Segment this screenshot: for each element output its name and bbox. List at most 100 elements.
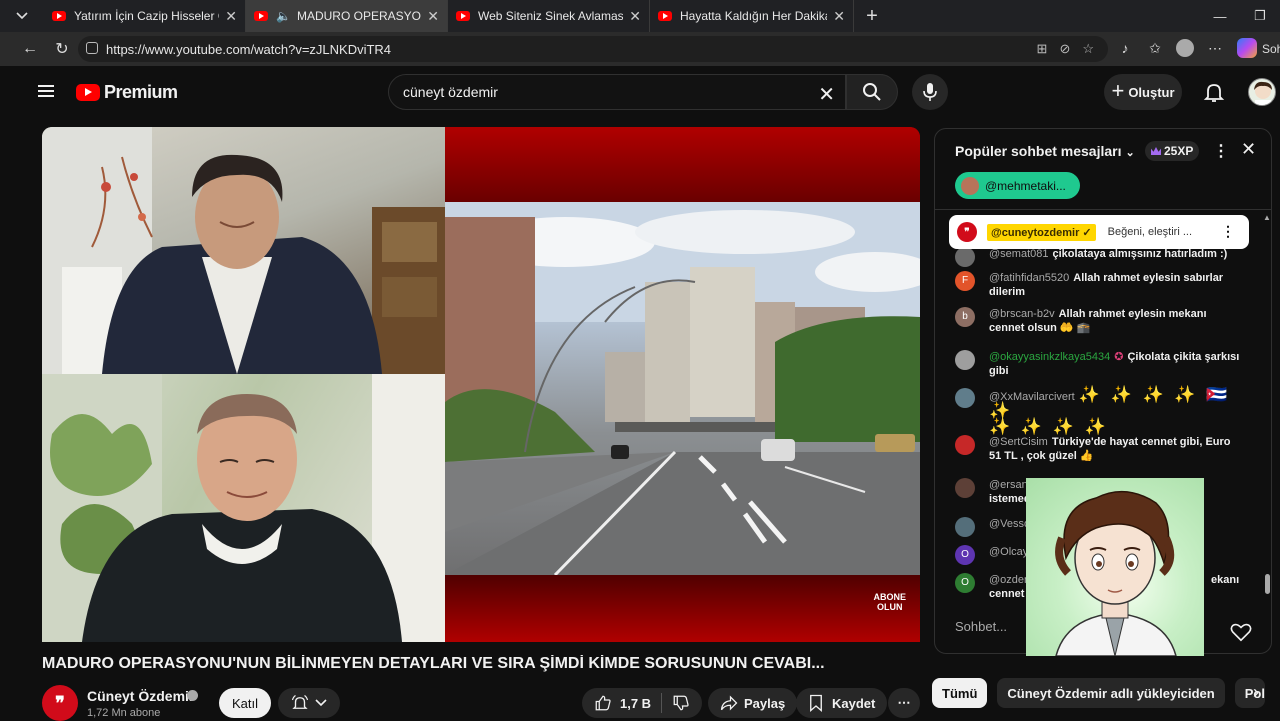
copilot-label[interactable]: Soh [1262, 42, 1280, 56]
join-button[interactable]: Katıl [219, 688, 271, 718]
close-tab-icon[interactable]: ✕ [629, 8, 641, 25]
browser-tab[interactable]: Hayatta Kaldığın Her Dakika 1.000 ✕ [650, 0, 854, 32]
minimize-button[interactable]: — [1200, 0, 1240, 32]
tracking-icon[interactable]: ⊘ [1059, 41, 1070, 57]
tab-list-button[interactable] [0, 0, 44, 32]
notifications-bell-icon[interactable] [1202, 80, 1226, 104]
bell-ring-icon [291, 695, 309, 709]
site-info-icon[interactable] [86, 42, 98, 54]
pinned-options-icon[interactable]: ⋮ [1221, 223, 1235, 240]
search-button[interactable] [846, 74, 898, 110]
youtube-favicon-icon [456, 11, 470, 21]
channel-logo-icon: ❞ [957, 222, 977, 242]
share-button[interactable]: Paylaş [708, 688, 798, 718]
channel-avatar[interactable]: ❞ [42, 685, 78, 721]
browser-tab[interactable]: Web Siteniz Sinek Avlamasını insta ✕ [448, 0, 650, 32]
save-button[interactable]: Kaydet [796, 688, 888, 718]
video-title: MADURO OPERASYONU'NUN BİLİNMEYEN DETAYLA… [42, 655, 825, 672]
profile-icon[interactable] [1174, 37, 1196, 59]
pinned-message[interactable]: ❞ @cuneytozdemir ✓ Beğeni, eleştiri ... … [949, 215, 1249, 249]
youtube-favicon-icon [254, 11, 268, 21]
like-thumb-icon[interactable] [594, 694, 612, 712]
avatar: F [955, 271, 975, 291]
voice-search-button[interactable] [912, 74, 948, 110]
chat-mode-dropdown[interactable]: Popüler sohbet mesajları ⌄ [955, 143, 1135, 159]
crown-icon [1151, 147, 1161, 155]
chat-message: @semat081 çikolataya almışsınız hatırladı… [955, 247, 1245, 267]
create-button[interactable]: + Oluştur [1104, 74, 1182, 110]
menu-icon[interactable] [38, 85, 54, 97]
speaker-icon[interactable]: 🔈 [276, 9, 291, 23]
url-field[interactable]: https://www.youtube.com/watch?v=zJLNKDvi… [78, 36, 1108, 62]
apps-icon[interactable]: ⊞ [1037, 41, 1048, 57]
copilot-icon[interactable] [1237, 38, 1257, 58]
scroll-up-icon[interactable]: ▲ [1263, 213, 1271, 222]
address-bar-row: ← ↻ https://www.youtube.com/watch?v=zJLN… [0, 32, 1280, 66]
avatar [955, 435, 975, 455]
avatar [955, 478, 975, 498]
avatar [955, 247, 975, 267]
back-arrow-icon[interactable]: ← [16, 35, 44, 63]
browser-tab-active[interactable]: 🔈 MADURO OPERASYONU'NUN ✕ [246, 0, 448, 32]
youtube-premium-logo[interactable]: Premium [76, 82, 178, 103]
channel-name[interactable]: Cüneyt Özdemir [87, 688, 194, 704]
share-arrow-icon [720, 695, 738, 711]
more-actions-button[interactable]: ⋯ [888, 688, 920, 718]
clear-search-icon[interactable]: ✕ [818, 82, 835, 107]
new-tab-button[interactable]: + [854, 5, 890, 28]
chat-message: F @fatihfidan5520 Allah rahmet eylesin sa… [955, 271, 1245, 299]
close-tab-icon[interactable]: ✕ [427, 8, 439, 25]
account-avatar[interactable] [1248, 78, 1276, 106]
subscriber-count: 1,72 Mn abone [87, 707, 161, 719]
street-footage: ABONE OLUN [445, 127, 920, 642]
more-icon: ⋯ [897, 695, 911, 710]
chat-message: @XxMavilarcivert ✨ ✨ ✨ ✨ 🇨🇺 ✨ ✨ ✨ ✨ ✨ [955, 386, 1245, 435]
street-frame [445, 202, 920, 577]
dislike-thumb-icon[interactable] [672, 694, 690, 712]
chip-all[interactable]: Tümü [932, 678, 988, 708]
host-camera-feed [42, 127, 445, 374]
chat-scrollbar[interactable] [1265, 574, 1270, 594]
chat-message: b @brscan-b2v Allah rahmet eylesin mekanı… [955, 307, 1245, 335]
verified-badge-icon [187, 690, 198, 701]
like-dislike-group: 1,7 B [582, 688, 703, 718]
chat-header: Popüler sohbet mesajları ⌄ 25XP ⋮ ✕ [935, 129, 1271, 173]
close-tab-icon[interactable]: ✕ [225, 8, 237, 25]
browser-tab[interactable]: Yatırım İçin Cazip Hisseler Ocak 20 ✕ [44, 0, 246, 32]
youtube-header: Premium cüneyt özdemir ✕ + Oluştur [14, 66, 1280, 120]
heart-icon[interactable] [1230, 621, 1252, 643]
favorites-icon[interactable]: ✩ [1144, 37, 1166, 59]
reload-icon[interactable]: ↻ [48, 35, 76, 63]
subscription-bell-button[interactable] [278, 688, 340, 718]
avatar: b [955, 307, 975, 327]
xp-badge[interactable]: 25XP [1145, 141, 1200, 161]
search-input[interactable]: cüneyt özdemir ✕ [388, 74, 846, 110]
chevron-right-icon[interactable]: › [1244, 680, 1268, 704]
chat-message: @SertCisim Türkiye'de hayat cennet gibi, … [955, 435, 1245, 463]
avatar [955, 350, 975, 370]
subscribe-overlay: ABONE OLUN [873, 592, 906, 612]
bookmark-icon [810, 694, 822, 712]
avatar [955, 517, 975, 537]
chevron-down-icon [16, 12, 28, 20]
favorite-star-icon[interactable]: ☆ [1082, 41, 1094, 57]
like-count: 1,7 B [620, 695, 652, 711]
close-tab-icon[interactable]: ✕ [833, 8, 845, 25]
youtube-favicon-icon [658, 11, 672, 21]
close-chat-icon[interactable]: ✕ [1241, 139, 1256, 160]
url-action-icons: ⊞ ⊘ ☆ [1037, 41, 1094, 57]
chevron-down-icon [315, 699, 327, 707]
browser-menu-icon[interactable]: ⋯ [1204, 37, 1226, 59]
youtube-logo-icon [76, 84, 100, 101]
chip-uploader[interactable]: Cüneyt Özdemir adlı yükleyiciden [997, 678, 1225, 708]
maximize-button[interactable]: ❐ [1240, 0, 1280, 32]
search-icon [863, 83, 881, 101]
avatar [955, 388, 975, 408]
chat-options-icon[interactable]: ⋮ [1213, 141, 1229, 161]
highlighted-user-chip[interactable]: @mehmetaki... [955, 172, 1080, 199]
browser-tab-strip: Yatırım İçin Cazip Hisseler Ocak 20 ✕ 🔈 … [0, 0, 1280, 32]
extensions-icon[interactable]: ♪ [1114, 37, 1136, 59]
video-player[interactable]: ABONE OLUN [42, 127, 920, 642]
member-badge-icon: ✪ [1114, 351, 1124, 363]
cartoon-avatar-overlay [1026, 478, 1204, 656]
